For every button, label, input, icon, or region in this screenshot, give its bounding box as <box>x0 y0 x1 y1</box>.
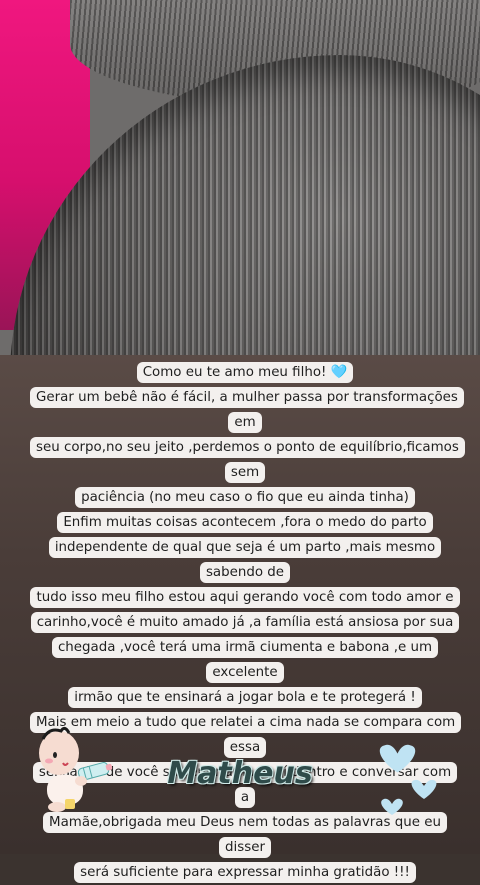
story-line: tudo isso meu filho estou aqui gerando v… <box>30 587 460 608</box>
story-line: Gerar um bebê não é fácil, a mulher pass… <box>30 387 464 433</box>
story-line: Como eu te amo meu filho! 🩵 <box>136 362 354 383</box>
story-line: carinho,você é muito amado já ,a família… <box>30 612 460 633</box>
heart-icon <box>379 744 416 773</box>
story-line: seu corpo,no seu jeito ,perdemos o ponto… <box>30 437 465 483</box>
story-line: paciência (no meu caso o fio que eu aind… <box>75 487 415 508</box>
baby-sticker <box>35 725 115 815</box>
background-photo <box>0 0 480 355</box>
heart-icon <box>381 798 403 815</box>
story-line: Enfim muitas coisas acontecem ,fora o me… <box>57 512 433 533</box>
name-sticker: Matheus <box>167 756 313 791</box>
story-line: irmão que te ensinará a jogar bola e te … <box>68 687 422 708</box>
hearts-sticker <box>370 735 450 825</box>
story-line: chegada ,você terá uma irmã ciumenta e b… <box>51 637 439 683</box>
story-line: independente de qual que seja é um parto… <box>48 537 442 583</box>
heart-icon <box>411 779 437 799</box>
story-line: será suficiente para expressar minha gra… <box>74 862 416 883</box>
